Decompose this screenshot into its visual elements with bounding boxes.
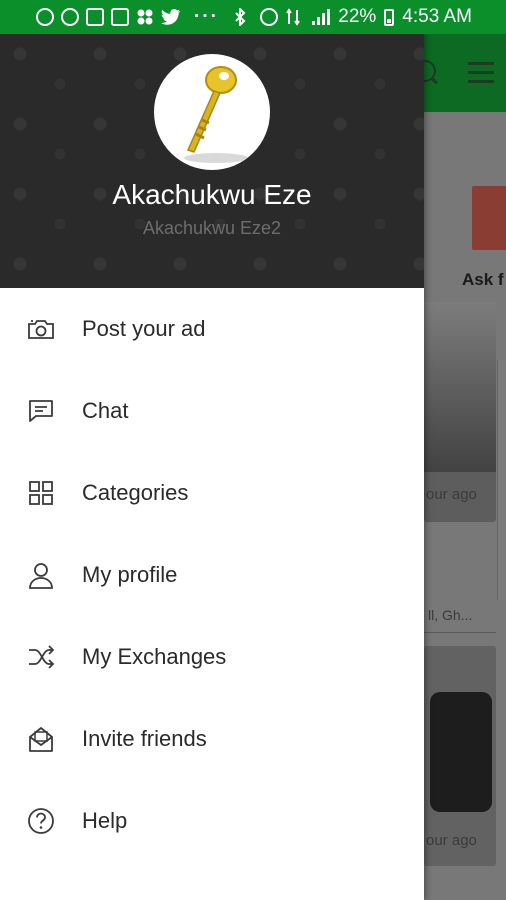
exchange-icon <box>26 642 56 672</box>
listing-location: ll, Gh... <box>428 607 473 623</box>
menu-item-invite-friends[interactable]: Invite friends <box>0 698 424 780</box>
listing-time: our ago <box>426 832 477 849</box>
help-icon <box>26 806 56 836</box>
category-thumbnail[interactable] <box>472 186 506 250</box>
menu-item-chat[interactable]: Chat <box>0 370 424 452</box>
key-icon <box>184 66 248 163</box>
menu-item-categories[interactable]: Categories <box>0 452 424 534</box>
menu-item-help[interactable]: Help <box>0 780 424 862</box>
menu-label: Categories <box>82 480 189 505</box>
filter-icon[interactable] <box>468 60 494 84</box>
menu-label: Help <box>82 808 128 833</box>
menu-item-my-exchanges[interactable]: My Exchanges <box>0 616 424 698</box>
menu-label: Post your ad <box>82 316 206 341</box>
overflow-notifications: ··· <box>194 6 219 27</box>
divider <box>424 632 496 633</box>
menu-label: My Exchanges <box>82 644 227 669</box>
user-name: Akachukwu Eze <box>112 179 312 210</box>
menu-label: My profile <box>82 562 178 587</box>
signal-icon <box>312 9 331 25</box>
navigation-drawer: Akachukwu Eze Akachukwu Eze2 Post your a… <box>0 34 424 900</box>
menu-item-post-ad[interactable]: Post your ad <box>0 288 424 370</box>
alarm-icon <box>260 8 279 26</box>
menu-item-my-profile[interactable]: My profile <box>0 534 424 616</box>
data-icon <box>286 8 304 26</box>
listing-image <box>430 692 492 812</box>
listing-time: our ago <box>426 486 477 503</box>
invite-icon <box>26 724 56 754</box>
camera-icon <box>26 314 56 344</box>
profile-icon <box>26 560 56 590</box>
twitter-icon <box>161 8 180 26</box>
chat-icon <box>26 396 56 426</box>
categories-icon <box>26 478 56 508</box>
avatar[interactable] <box>154 54 270 170</box>
status-bar: ··· 22% 4:53 AM <box>0 0 506 34</box>
drawer-menu: Post your ad Chat Categories My profile … <box>0 288 424 862</box>
drawer-header: Akachukwu Eze Akachukwu Eze2 <box>0 34 424 288</box>
category-label: Ask f <box>462 270 504 289</box>
battery-percent: 22% <box>338 6 377 27</box>
user-handle: Akachukwu Eze2 <box>142 218 282 238</box>
scrollbar[interactable] <box>497 360 506 600</box>
menu-label: Chat <box>82 398 129 423</box>
grid-icon <box>136 8 154 26</box>
listing-image <box>424 302 496 472</box>
image-icon <box>111 8 129 26</box>
image-icon <box>86 8 104 26</box>
menu-label: Invite friends <box>82 726 207 751</box>
battery-icon <box>384 8 395 26</box>
alarm-icon <box>61 8 79 26</box>
bluetooth-icon <box>234 6 252 28</box>
clock: 4:53 AM <box>402 6 472 27</box>
whatsapp-icon <box>36 8 54 26</box>
